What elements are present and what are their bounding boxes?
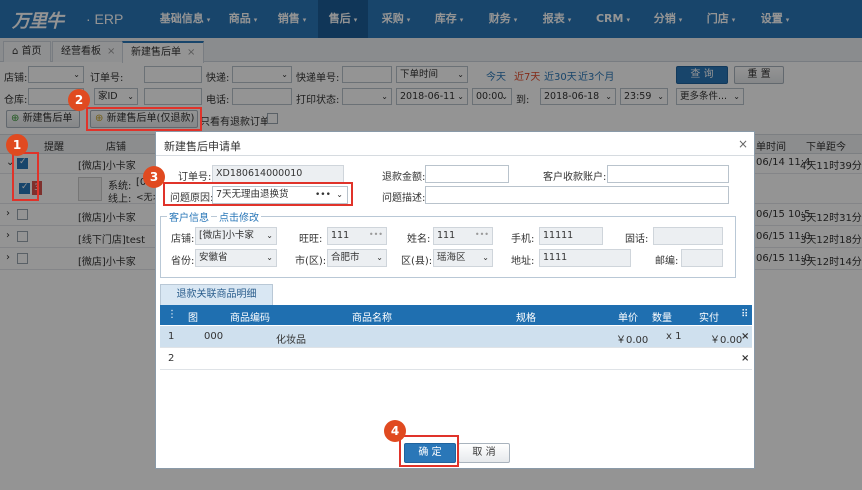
zip-label: 邮编:: [655, 256, 679, 267]
row-qty: x 1: [666, 331, 682, 342]
new-aftersale-dialog: 新建售后申请单 × 订单号: XD180614000010 退款金额: 客户收款…: [155, 131, 755, 469]
annotation-box-2: [86, 107, 202, 131]
row-paid: ￥0.00: [710, 335, 743, 346]
col-image: 图: [188, 313, 198, 324]
city-label: 市(区):: [295, 256, 327, 267]
refund-amount-label: 退款金额:: [382, 172, 426, 183]
cancel-button[interactable]: 取 消: [458, 443, 510, 463]
row-index: 1: [168, 331, 175, 342]
delete-icon[interactable]: ×: [741, 353, 749, 364]
close-icon[interactable]: ×: [738, 137, 748, 151]
city-select[interactable]: 合肥市 ⌄: [327, 249, 387, 267]
name-input[interactable]: 111 •••: [433, 227, 493, 245]
order-no-label: 订单号:: [178, 172, 212, 183]
district-select[interactable]: 瑶海区 ⌄: [433, 249, 493, 267]
fixed-phone-label: 固话:: [625, 234, 649, 245]
mobile-label: 手机:: [511, 234, 535, 245]
goods-row[interactable]: 1 000 化妆品 ￥0.00 x 1 ￥0.00 ×: [160, 326, 752, 348]
col-paid: 实付: [699, 313, 719, 324]
wangwang-input[interactable]: 111 •••: [327, 227, 387, 245]
edit-customer-link[interactable]: 点击修改: [217, 209, 261, 224]
row-index: 2: [168, 353, 175, 364]
col-code: 商品编码: [230, 313, 270, 324]
address-input[interactable]: 1111: [539, 249, 631, 267]
chevron-down-icon: ⌄: [482, 253, 489, 262]
col-name: 商品名称: [352, 313, 392, 324]
col-spec: 规格: [516, 313, 536, 324]
chevron-down-icon: ⌄: [376, 253, 383, 262]
goods-table-header: ⋮ 图 商品编码 商品名称 规格 单价 数量 实付 ⠿: [160, 305, 752, 325]
goods-row[interactable]: 2 ×: [160, 348, 752, 370]
zip-input[interactable]: [681, 249, 723, 267]
col-qty: 数量: [652, 313, 672, 324]
annotation-box-1: [12, 152, 39, 201]
chevron-down-icon: ⌄: [266, 253, 273, 262]
province-select[interactable]: 安徽省 ⌄: [195, 249, 277, 267]
customer-account-label: 客户收款账户:: [543, 172, 607, 183]
refund-amount-input[interactable]: [425, 165, 509, 183]
dialog-title: 新建售后申请单: [164, 140, 241, 153]
dialog-header: 新建售后申请单 ×: [156, 132, 754, 156]
customer-info-legend: 客户信息: [167, 209, 211, 224]
annotation-badge-2: 2: [68, 89, 90, 111]
row-code: 000: [204, 331, 224, 342]
district-label: 区(县):: [401, 256, 433, 267]
customer-info-fieldset: 客户信息 点击修改 店铺: [微店]小卡家 ⌄ 旺旺: 111 ••• 姓名: 11…: [160, 209, 736, 278]
annotation-box-4: [399, 435, 459, 467]
wangwang-label: 旺旺:: [299, 234, 323, 245]
description-label: 问题描述:: [382, 193, 426, 204]
more-icon: •••: [474, 230, 489, 239]
address-label: 地址:: [511, 256, 535, 267]
column-settings-icon[interactable]: ⠿: [741, 309, 748, 320]
description-input[interactable]: [425, 186, 729, 204]
annotation-badge-1: 1: [6, 134, 28, 156]
mobile-input[interactable]: 11111: [539, 227, 603, 245]
shop-select[interactable]: [微店]小卡家 ⌄: [195, 227, 277, 245]
annotation-badge-3: 3: [143, 166, 165, 188]
row-price: ￥0.00: [616, 335, 649, 346]
more-icon: •••: [368, 230, 383, 239]
customer-account-input[interactable]: [607, 165, 729, 183]
annotation-box-3: [163, 182, 353, 206]
col-price: 单价: [618, 313, 638, 324]
order-no-field[interactable]: XD180614000010: [212, 165, 344, 183]
column-menu-icon[interactable]: ⋮: [167, 309, 177, 320]
row-name: 化妆品: [276, 335, 306, 346]
delete-icon[interactable]: ×: [741, 331, 749, 342]
tab-refund-goods[interactable]: 退款关联商品明细: [160, 284, 273, 305]
province-label: 省份:: [171, 256, 195, 267]
name-label: 姓名:: [407, 234, 431, 245]
chevron-down-icon: ⌄: [266, 231, 273, 240]
shop-label: 店铺:: [171, 234, 195, 245]
annotation-badge-4: 4: [384, 420, 406, 442]
fixed-phone-input[interactable]: [653, 227, 723, 245]
